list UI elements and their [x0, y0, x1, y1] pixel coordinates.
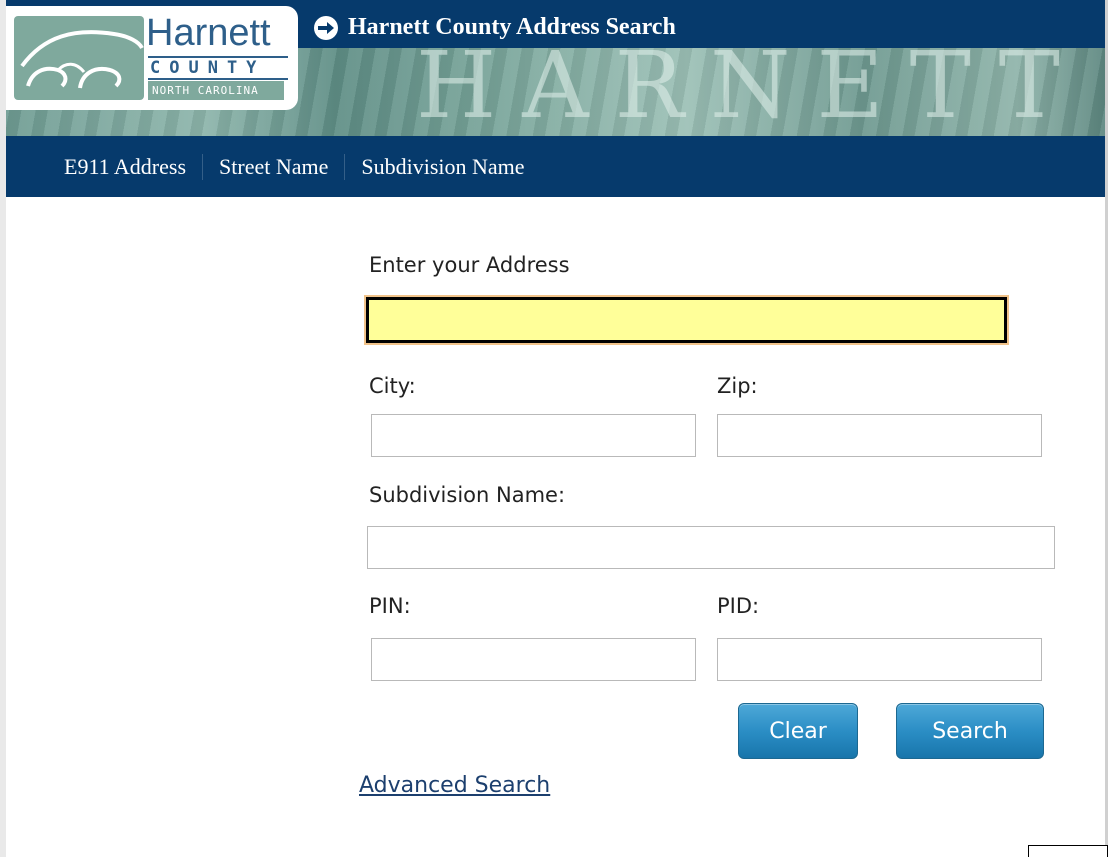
logo-name: Harnett — [146, 12, 271, 54]
address-input[interactable] — [366, 297, 1007, 343]
corner-box — [1028, 845, 1108, 857]
logo-swoosh-icon — [14, 16, 144, 100]
logo-state: NORTH CAROLINA — [148, 81, 284, 100]
page-title-text: Harnett County Address Search — [348, 14, 676, 40]
nav-item-street-name[interactable]: Street Name — [219, 154, 328, 180]
logo-county: COUNTY — [148, 56, 288, 80]
city-input[interactable] — [371, 414, 696, 457]
nav-item-e911-address[interactable]: E911 Address — [64, 154, 186, 180]
subdivision-label: Subdivision Name: — [369, 483, 566, 507]
banner-watermark-word: HARNETT — [416, 32, 1087, 136]
search-type-nav: E911 Address Street Name Subdivision Nam… — [6, 136, 1105, 197]
nav-item-subdivision-name[interactable]: Subdivision Name — [361, 154, 524, 180]
search-button[interactable]: Search — [896, 703, 1044, 759]
pin-label: PIN: — [369, 594, 411, 618]
pin-input[interactable] — [371, 638, 696, 681]
nav-divider — [202, 153, 204, 180]
nav-divider — [344, 153, 346, 180]
header-banner: HARNETT Harnett COUNTY NORTH CAROLINA Ha… — [6, 0, 1105, 136]
zip-label: Zip: — [717, 374, 758, 398]
clear-button[interactable]: Clear — [738, 703, 858, 759]
pid-label: PID: — [717, 594, 760, 618]
zip-input[interactable] — [717, 414, 1042, 457]
subdivision-input[interactable] — [367, 526, 1055, 569]
pid-input[interactable] — [717, 638, 1042, 681]
advanced-search-link[interactable]: Advanced Search — [359, 773, 550, 798]
county-logo[interactable]: Harnett COUNTY NORTH CAROLINA — [6, 6, 298, 110]
city-label: City: — [369, 374, 416, 398]
arrow-right-icon — [314, 15, 338, 40]
page-title: Harnett County Address Search — [314, 14, 676, 41]
address-label: Enter your Address — [369, 253, 570, 277]
